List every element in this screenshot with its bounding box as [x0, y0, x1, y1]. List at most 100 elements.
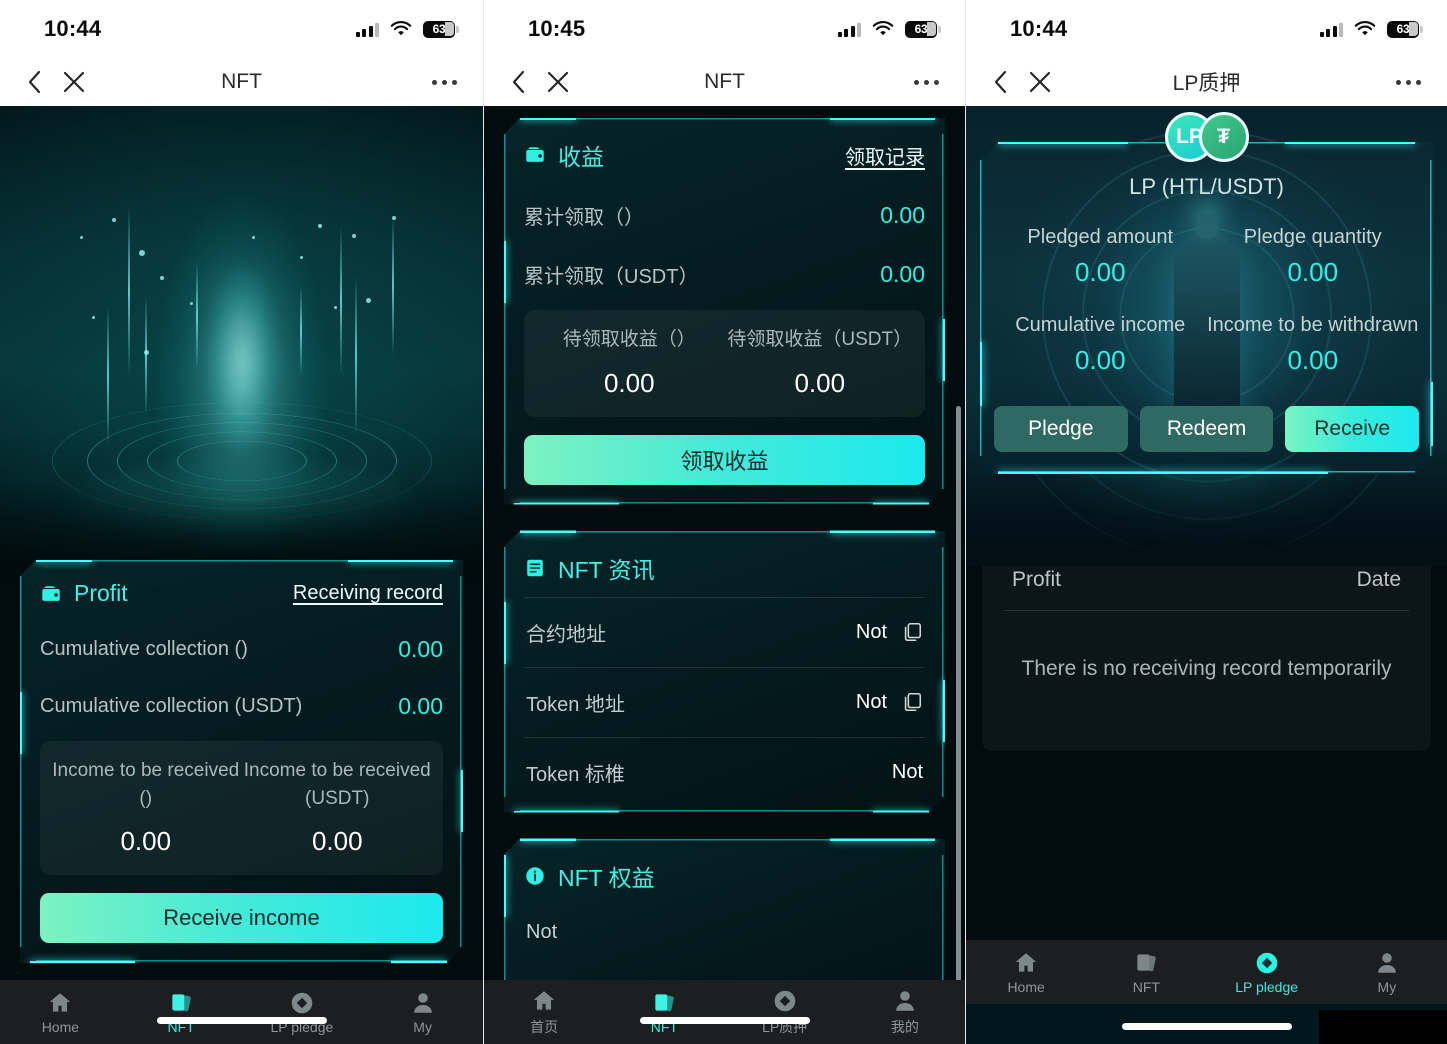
close-icon[interactable] [1029, 71, 1051, 93]
stat-row: Cumulative collection (USDT) 0.00 [40, 678, 443, 735]
app-content-panel3: LP ₮ LP (HTL/USDT) Pledged amount 0.00 P… [966, 106, 1447, 1044]
person-icon [413, 992, 432, 1013]
battery-indicator: 63 [905, 20, 941, 38]
phone-screen-lp-pledge: 10:44 63 LP质押 LP ₮ LP (HTL/USDT) Pledged… [965, 0, 1447, 1044]
tab-nft[interactable]: NFT [121, 990, 242, 1035]
diamond-icon [291, 992, 313, 1013]
nft-cards-icon [172, 993, 191, 1011]
phone-screen-nft-english: 10:44 63 NFT Profit Receiving record Cum… [0, 0, 483, 1044]
nft-info-title: NFT 资讯 [558, 556, 655, 583]
webview-nav-bar: NFT [484, 58, 965, 106]
battery-indicator: 63 [423, 20, 459, 38]
pending-income-native: 待领取收益（） 0.00 [562, 329, 696, 398]
claim-income-button[interactable]: 领取收益 [524, 435, 925, 485]
pending-income-box: 待领取收益（） 0.00 待领取收益（USDT） 0.00 [524, 310, 925, 417]
record-table: Profit Date There is no receiving record… [982, 538, 1431, 751]
home-icon [533, 990, 555, 1010]
stat-value: 0.00 [398, 636, 443, 662]
tab-my[interactable]: My [1327, 950, 1447, 995]
close-icon[interactable] [547, 71, 569, 93]
lp-action-buttons: Pledge Redeem Receive [994, 406, 1419, 452]
tab-lp-pledge[interactable]: LP pledge [1207, 950, 1327, 995]
pending-income-usdt: 待领取收益（USDT） 0.00 [727, 329, 913, 398]
more-options-icon[interactable] [432, 79, 457, 85]
info-icon [524, 865, 546, 887]
wifi-icon [390, 21, 412, 36]
receive-button[interactable]: Receive [1285, 406, 1419, 452]
bottom-tab-bar: 首页 NFT LP质押 我的 [484, 980, 965, 1044]
lp-stat-cumulative-income: Cumulative income 0.00 [1015, 314, 1186, 375]
close-icon[interactable] [63, 71, 85, 93]
wifi-icon [872, 21, 894, 36]
app-content-panel1: Profit Receiving record Cumulative colle… [0, 106, 483, 1044]
home-icon [1015, 952, 1037, 972]
income-card-title: 收益 [558, 144, 604, 170]
tab-my[interactable]: My [362, 990, 483, 1035]
home-indicator-area [966, 1004, 1447, 1044]
battery-indicator: 63 [1387, 20, 1423, 38]
wallet-icon [40, 583, 62, 605]
copy-icon[interactable] [901, 621, 923, 643]
wifi-icon [1354, 21, 1376, 36]
pledge-button[interactable]: Pledge [994, 406, 1128, 452]
lp-stat-pledge-quantity: Pledge quantity 0.00 [1243, 226, 1382, 287]
receiving-record-link[interactable]: Receiving record [293, 582, 443, 605]
diamond-icon [1256, 952, 1277, 973]
tab-lp-pledge[interactable]: LP pledge [242, 990, 363, 1035]
app-content-panel2: 收益 领取记录 累计领取（） 0.00 累计领取（USDT） 0.00 待领取收… [484, 106, 965, 1044]
three-phone-screenshots: 10:44 63 NFT Profit Receiving record Cum… [0, 0, 1447, 1044]
screen-edge-patch [1319, 1010, 1447, 1044]
more-options-icon[interactable] [914, 79, 939, 85]
receive-income-button[interactable]: Receive income [40, 893, 443, 943]
redeem-button[interactable]: Redeem [1140, 406, 1274, 452]
info-row-token-standard: Token 标椎 Not [524, 737, 925, 807]
info-row-contract-address: 合约地址 Not [524, 597, 925, 667]
income-card-header: 收益 领取记录 [524, 138, 925, 172]
usdt-token-icon: ₮ [1198, 112, 1249, 162]
tab-my[interactable]: 我的 [845, 988, 965, 1037]
lp-stats-grid: Pledged amount 0.00 Pledge quantity 0.00… [994, 226, 1419, 376]
wallet-icon [524, 144, 546, 166]
status-indicators: 63 [1319, 18, 1423, 40]
tab-nft[interactable]: NFT [604, 990, 724, 1035]
home-indicator [156, 1017, 327, 1024]
home-icon [50, 992, 71, 1012]
copy-icon[interactable] [901, 691, 923, 713]
status-bar: 10:44 63 [0, 0, 483, 58]
status-bar: 10:45 63 [484, 0, 965, 58]
stat-value: 0.00 [880, 202, 925, 228]
bottom-tab-bar: Home NFT LP pledge My [0, 980, 483, 1044]
chevron-left-icon[interactable] [512, 70, 525, 94]
column-header-profit: Profit [1012, 568, 1062, 591]
nft-rights-title: NFT 权益 [558, 864, 655, 891]
person-icon [895, 990, 914, 1011]
chevron-left-icon[interactable] [28, 70, 41, 94]
stat-label: 累计领取（） [524, 207, 644, 229]
lp-pledge-card: LP ₮ LP (HTL/USDT) Pledged amount 0.00 P… [980, 112, 1433, 474]
profit-card-title: Profit [74, 580, 128, 606]
cellular-signal-icon [355, 22, 379, 37]
tab-home[interactable]: Home [966, 950, 1086, 995]
nft-rights-body: Not [526, 920, 558, 943]
status-indicators: 63 [837, 18, 941, 40]
status-time: 10:44 [44, 16, 102, 41]
tab-home[interactable]: 首页 [484, 988, 604, 1037]
info-row-token-address: Token 地址 Not [524, 667, 925, 737]
vertical-scrollbar[interactable] [956, 406, 961, 986]
tab-home[interactable]: Home [0, 990, 121, 1035]
stat-row: 累计领取（USDT） 0.00 [524, 245, 925, 304]
tab-lp-pledge[interactable]: LP质押 [725, 988, 845, 1037]
document-icon [524, 557, 546, 579]
income-card: 收益 领取记录 累计领取（） 0.00 累计领取（USDT） 0.00 待领取收… [502, 116, 947, 507]
more-options-icon[interactable] [1396, 79, 1421, 85]
claim-record-link[interactable]: 领取记录 [845, 141, 925, 170]
stat-value: 0.00 [880, 261, 925, 287]
status-time: 10:45 [528, 16, 586, 41]
tab-nft[interactable]: NFT [1086, 950, 1206, 995]
nft-cards-icon [1137, 953, 1157, 971]
lp-stat-pledged-amount: Pledged amount 0.00 [1027, 226, 1174, 287]
record-empty-message: There is no receiving record temporarily [1021, 657, 1392, 680]
home-indicator [1121, 1023, 1292, 1030]
chevron-left-icon[interactable] [994, 70, 1007, 94]
status-bar: 10:44 63 [966, 0, 1447, 58]
